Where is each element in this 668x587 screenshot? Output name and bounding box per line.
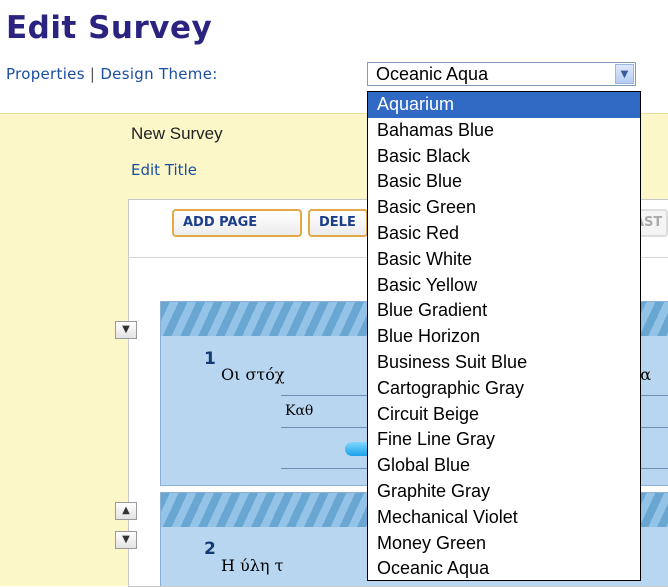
theme-option[interactable]: Business Suit Blue	[368, 350, 640, 376]
theme-dropdown-list[interactable]: Aquarium Bahamas Blue Basic Black Basic …	[367, 91, 641, 581]
theme-option[interactable]: Graphite Gray	[368, 479, 640, 505]
theme-option[interactable]: Aquarium	[368, 92, 640, 118]
theme-option[interactable]: Cartographic Gray	[368, 376, 640, 402]
page-title: Edit Survey	[6, 10, 213, 46]
theme-option[interactable]: Mechanical Violet	[368, 505, 640, 531]
theme-option[interactable]: Circuit Beige	[368, 402, 640, 428]
design-theme-label: Design Theme:	[100, 65, 218, 83]
theme-option[interactable]: Basic White	[368, 247, 640, 273]
edit-title-link[interactable]: Edit Title	[131, 161, 197, 179]
theme-option[interactable]: Basic Green	[368, 195, 640, 221]
theme-option[interactable]: Oceanic Aqua	[368, 556, 640, 580]
design-theme-selected-value: Oceanic Aqua	[376, 64, 489, 84]
theme-option[interactable]: Bahamas Blue	[368, 118, 640, 144]
theme-option[interactable]: Money Green	[368, 531, 640, 557]
question-number: 1	[204, 349, 216, 369]
question-subtext: Καθ	[285, 403, 314, 419]
theme-option[interactable]: Blue Horizon	[368, 324, 640, 350]
theme-option[interactable]: Fine Line Gray	[368, 427, 640, 453]
theme-option[interactable]: Basic Red	[368, 221, 640, 247]
theme-option[interactable]: Basic Blue	[368, 169, 640, 195]
move-down-icon[interactable]: ▼	[115, 531, 137, 549]
question-number: 2	[204, 539, 216, 559]
theme-option[interactable]: Blue Gradient	[368, 298, 640, 324]
move-up-icon[interactable]: ▲	[115, 502, 137, 520]
move-down-icon[interactable]: ▼	[115, 321, 137, 339]
nav-separator: |	[89, 65, 96, 83]
survey-name: New Survey	[131, 124, 223, 143]
properties-link[interactable]: Properties	[6, 65, 85, 83]
theme-option[interactable]: Basic Black	[368, 144, 640, 170]
nav-bar: Properties | Design Theme:	[6, 65, 218, 83]
question-text: Οι στόχ	[221, 365, 285, 384]
delete-button[interactable]: DELE	[308, 209, 368, 237]
question-text: Η ύλη τ	[221, 556, 284, 575]
theme-option[interactable]: Basic Yellow	[368, 273, 640, 299]
chevron-down-icon[interactable]: ▼	[615, 64, 634, 84]
add-page-button[interactable]: ADD PAGE	[172, 209, 302, 237]
theme-option[interactable]: Global Blue	[368, 453, 640, 479]
design-theme-select[interactable]: Oceanic Aqua ▼	[367, 62, 636, 86]
